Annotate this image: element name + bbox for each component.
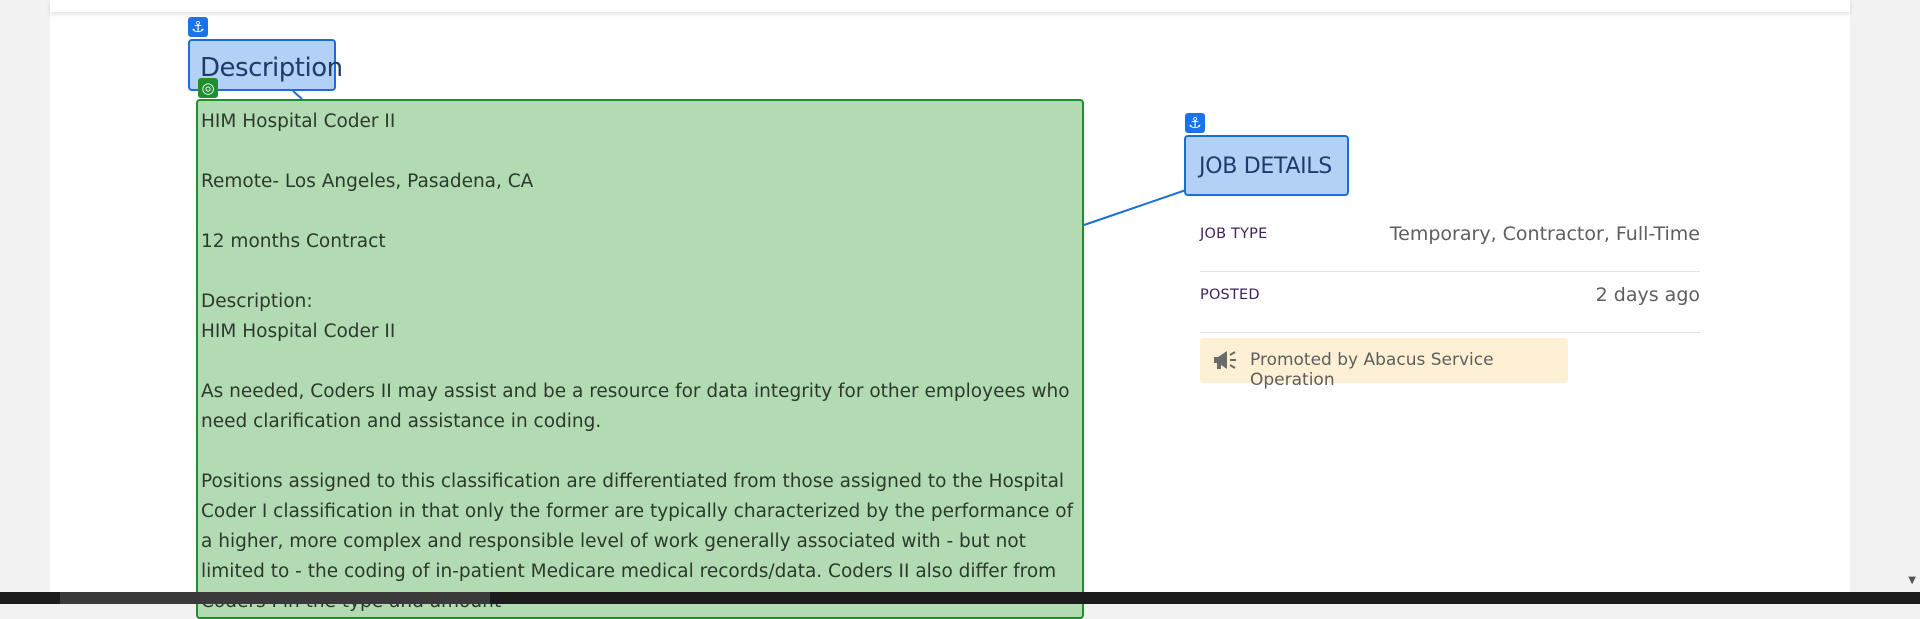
job-type-label: JOB TYPE (1200, 226, 1268, 242)
description-paragraph: HIM Hospital Coder II (201, 111, 396, 132)
posted-row: POSTED 2 days ago (1200, 273, 1700, 333)
posted-label: POSTED (1200, 287, 1260, 303)
job-type-row: JOB TYPE Temporary, Contractor, Full-Tim… (1200, 212, 1700, 272)
description-heading: Description (200, 53, 343, 83)
taskbar-window-item[interactable] (60, 592, 490, 604)
taskbar (0, 592, 1920, 604)
description-paragraph: Remote- Los Angeles, Pasadena, CA (201, 171, 534, 192)
description-body: HIM Hospital Coder II Remote- Los Angele… (196, 99, 1084, 619)
job-details-heading-box: JOB DETAILS (1184, 135, 1349, 196)
posted-value: 2 days ago (1595, 284, 1700, 306)
promoted-badge: Promoted by Abacus Service Operation (1200, 338, 1568, 390)
anchor-icon: ⚓ (1185, 113, 1205, 133)
description-text: HIM Hospital Coder II Remote- Los Angele… (201, 107, 1081, 617)
megaphone-icon (1214, 351, 1236, 369)
description-paragraph: 12 months Contract (201, 231, 386, 252)
promoted-text: Promoted by Abacus Service Operation (1250, 350, 1494, 390)
anchor-icon: ⚓ (188, 17, 208, 37)
description-paragraph: As needed, Coders II may assist and be a… (201, 381, 1070, 432)
top-header-bar (50, 0, 1850, 12)
scroll-down-arrow-icon[interactable]: ▼ (1908, 575, 1916, 586)
job-type-value: Temporary, Contractor, Full-Time (1389, 223, 1700, 245)
job-details-heading: JOB DETAILS (1199, 154, 1332, 179)
target-icon: ◎ (198, 78, 218, 98)
description-paragraph: Description: HIM Hospital Coder II (201, 291, 396, 342)
